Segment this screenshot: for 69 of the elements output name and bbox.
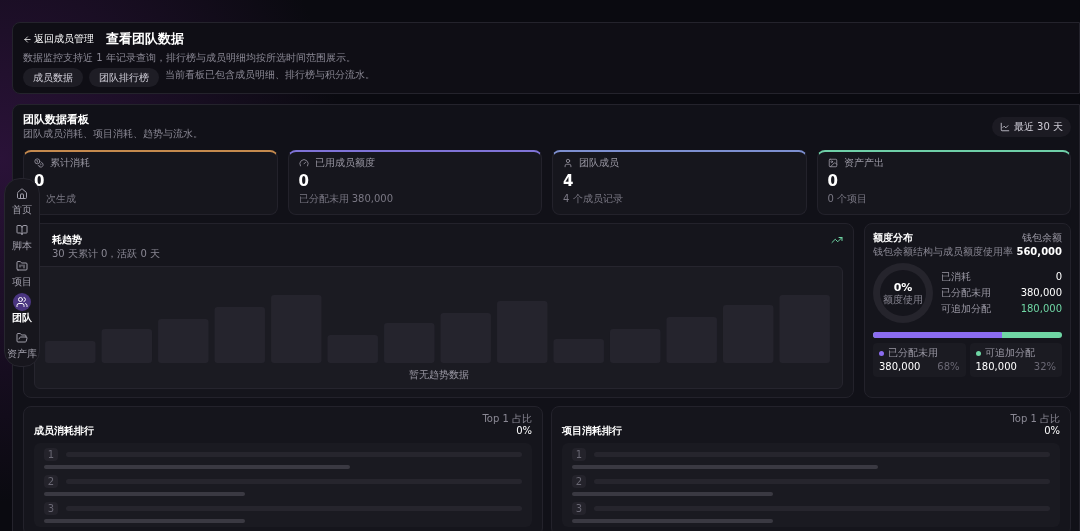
sidebar-item[interactable]: 项目 [12,257,32,288]
rank-number: 3 [572,502,586,515]
quota-row-label: 已消耗 [941,271,971,283]
legend-label: 已分配未用 [888,347,938,359]
quota-row-value: 0 [1055,271,1062,283]
trend-subtitle: 30 天累计 0，活跃 0 天 [52,248,161,260]
sidebar-item[interactable]: 脚本 [12,221,32,252]
stat-detail: 次生成 [45,193,77,205]
stat-label: 团队成员 [579,157,619,169]
legend-label: 可追加分配 [984,347,1035,359]
stat-label: 已用成员额度 [314,157,375,169]
dashboard-subtitle: 团队成员消耗、项目消耗、趋势与流水。 [23,128,203,140]
user-icon [563,158,573,168]
quota-title: 额度分布 [873,232,914,244]
folder-icon [16,332,28,344]
home-icon [16,188,28,200]
dashboard-title: 团队数据看板 [23,113,90,126]
page-description: 数据监控支持近 1 年记录查询，排行榜与成员明细均按所选时间范围展示。 [23,51,357,64]
sidebar-item[interactable]: 首页 [12,185,32,216]
stat-detail: 0 个项目 [827,193,869,205]
stat-value: 0 [298,171,310,191]
ranking-title: 成员消耗排行 [34,425,94,437]
trend-up-icon [831,234,843,246]
quota-subtitle: 钱包余额结构与成员额度使用率 [873,246,1013,258]
tab[interactable]: 团队排行榜 [89,68,159,87]
stat-detail: 4 个成员记录 [563,193,624,205]
top-share-value: 0% [516,425,532,437]
rank-number: 3 [44,502,58,515]
trend-title: 耗趋势 [52,234,83,246]
back-arrow-icon [23,34,32,44]
range-button[interactable]: 最近 30 天 [991,117,1071,137]
stat-value: 0 [827,171,839,191]
empty-chart-message: 暂无趋势数据 [408,368,469,382]
book-icon [16,224,28,236]
top-share-value: 0% [1044,425,1060,437]
donut-value: 0% [893,280,913,294]
stat-label: 累计消耗 [50,157,90,169]
back-link[interactable]: 返回成员管理 [23,31,94,47]
rank-number: 1 [44,448,58,461]
legend-percent: 68% [937,361,960,373]
header-note: 当前看板已包含成员明细、排行榜与积分流水。 [165,68,375,81]
donut-label: 额度使用 [883,293,923,306]
stat-value: 0 [34,171,46,191]
quota-row-value: 380,000 [1020,287,1062,299]
top-share-label: Top 1 占比 [482,413,532,425]
quota-row-label: 可追加分配 [941,303,991,315]
gauge-icon [298,158,309,168]
stat-detail: 已分配未用 380,000 [298,193,395,205]
ranking-title: 项目消耗排行 [562,425,622,437]
quota-row-value: 180,000 [1020,303,1062,315]
stat-value: 4 [563,171,575,191]
image-icon [827,158,838,168]
users-icon [16,296,28,308]
sidebar-item[interactable]: 资产库 [7,329,37,360]
page-title: 查看团队数据 [106,31,184,47]
legend-value: 380,000 [879,361,921,373]
wallet-value: 560,000 [1016,246,1062,258]
legend-percent: 32% [1033,361,1056,373]
rank-number: 2 [44,475,58,488]
top-share-label: Top 1 占比 [1010,413,1060,425]
legend-value: 180,000 [975,361,1017,373]
chart-icon [999,122,1010,132]
stat-label: 资产产出 [843,157,884,169]
rank-number: 1 [572,448,586,461]
quota-row-label: 已分配未用 [941,287,991,299]
rank-number: 2 [572,475,586,488]
wallet-label: 钱包余额 [1022,232,1062,244]
coins-icon [34,158,44,168]
tab[interactable]: 成员数据 [23,68,83,87]
